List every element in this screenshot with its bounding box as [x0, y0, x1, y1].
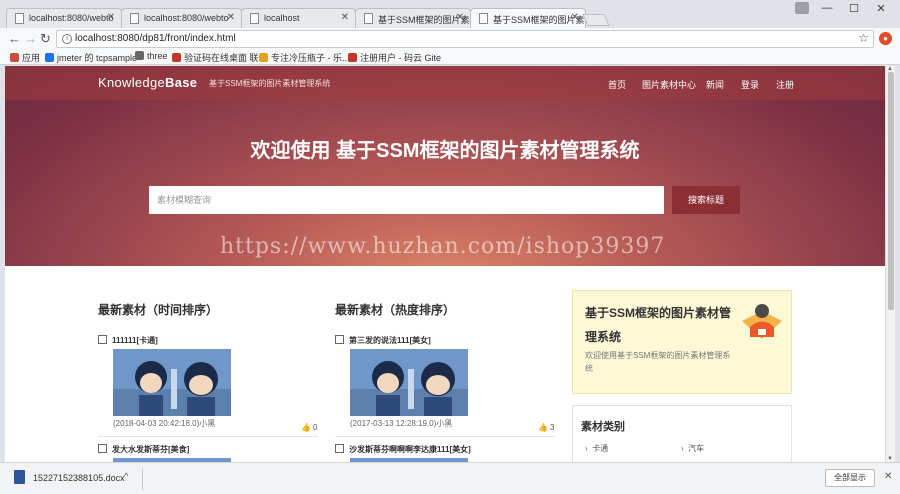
bookmark-icon: [172, 53, 181, 62]
bookmark-item[interactable]: three: [135, 51, 168, 61]
back-arrow-icon[interactable]: ←: [8, 31, 21, 46]
column-title-popular: 最新素材（热度排序）: [335, 303, 456, 317]
edit-icon: [98, 444, 107, 453]
close-icon[interactable]: ✕: [571, 12, 579, 23]
page-icon: [130, 13, 139, 24]
nav-home[interactable]: 首页: [608, 78, 626, 91]
material-item-title[interactable]: 111111[卡通]: [98, 335, 158, 346]
bookmark-item[interactable]: 注册用户 - 码云 Gite: [348, 51, 441, 64]
info-icon[interactable]: i: [62, 34, 72, 44]
bookmarks-bar: 应用 jmeter 的 tcpsample three 验证码在线桌面 联...…: [0, 50, 900, 65]
tab-title: localhost:8080/webto: [144, 13, 229, 23]
download-filename[interactable]: 15227152388105.docx: [33, 473, 125, 483]
browser-tab[interactable]: localhost ✕: [241, 8, 356, 28]
maximize-icon[interactable]: ☐: [841, 2, 867, 15]
intro-card-desc: 欢迎使用基于SSM框架的图片素材管理系统: [585, 351, 731, 373]
chevron-up-icon[interactable]: ^: [124, 471, 128, 481]
close-icon[interactable]: ✕: [456, 12, 464, 23]
edit-icon: [98, 335, 107, 344]
divider: [142, 468, 143, 490]
nav-news[interactable]: 新闻: [706, 78, 724, 91]
browser-tab[interactable]: localhost:8080/webto ✕: [6, 8, 122, 28]
page-scrollbar[interactable]: ▲ ▼: [885, 66, 895, 462]
page-icon: [15, 13, 24, 24]
browser-tab-active[interactable]: 基于SSM框架的图片素材 ✕: [470, 8, 586, 28]
user-avatar-icon: [739, 299, 785, 341]
star-icon[interactable]: ☆: [858, 31, 869, 45]
column-title-latest: 最新素材（时间排序）: [98, 303, 219, 317]
material-item-title[interactable]: 发大水发斯蒂芬[美食]: [98, 444, 189, 455]
search-button[interactable]: 搜索标题: [672, 186, 740, 214]
page-viewport: KnowledgeBase 基于SSM框架的图片素材管理系统 首页 图片素材中心…: [5, 66, 885, 462]
site-brand[interactable]: KnowledgeBase: [98, 75, 197, 90]
material-item-title[interactable]: 沙发斯蒂芬啊啊啊李达康111[美女]: [335, 444, 471, 455]
material-meta: (2018-04-03 20:42:18.0)小黑: [113, 419, 216, 428]
bookmark-apps[interactable]: 应用: [10, 51, 40, 64]
page-icon: [479, 13, 488, 24]
tab-strip: localhost:8080/webto ✕ localhost:8080/we…: [0, 0, 900, 28]
close-icon[interactable]: ✕: [884, 471, 892, 482]
material-meta: (2017-03-13 12:28:19.0)小黑: [350, 419, 453, 428]
category-title: 素材类别: [581, 421, 625, 433]
divider: [98, 436, 318, 437]
bookmark-item[interactable]: 验证码在线桌面 联...: [172, 51, 266, 64]
download-shelf: 15227152388105.docx ^ 全部显示 ✕: [0, 462, 900, 494]
new-tab-button[interactable]: [582, 14, 610, 26]
edit-icon: [335, 444, 344, 453]
close-window-icon[interactable]: ✕: [868, 2, 894, 15]
thumbs-up-icon: 👍: [301, 423, 311, 432]
site-subtitle: 基于SSM框架的图片素材管理系统: [209, 79, 331, 88]
nav-register[interactable]: 注册: [776, 78, 794, 91]
close-icon[interactable]: ✕: [107, 12, 115, 23]
bookmark-item[interactable]: 专注冷压瓶子 - 乐...: [259, 51, 350, 64]
watermark-text: https://www.huzhan.com/ishop39397: [220, 234, 666, 259]
tab-title: localhost:8080/webto: [29, 13, 114, 23]
material-thumbnail[interactable]: [350, 349, 468, 416]
hero-title: 欢迎使用 基于SSM框架的图片素材管理系统: [250, 140, 640, 162]
search-input[interactable]: [149, 186, 664, 214]
address-toolbar: ← → ↻ i localhost:8080/dp81/front/index.…: [0, 28, 900, 50]
intro-card: 基于SSM框架的图片素材管理系统 欢迎使用基于SSM框架的图片素材管理系统: [572, 290, 792, 394]
forward-arrow-icon[interactable]: →: [24, 31, 37, 46]
divider: [335, 436, 555, 437]
extension-icon[interactable]: ●: [879, 32, 892, 45]
bookmark-icon: [45, 53, 54, 62]
hero-banner: KnowledgeBase 基于SSM框架的图片素材管理系统 首页 图片素材中心…: [5, 66, 885, 266]
tab-title: localhost: [264, 13, 300, 23]
profile-icon[interactable]: [795, 2, 809, 14]
bookmark-icon: [135, 51, 144, 60]
page-icon: [364, 13, 373, 24]
bookmark-item[interactable]: jmeter 的 tcpsample: [45, 51, 137, 64]
category-item[interactable]: › 卡通: [585, 443, 608, 454]
nav-material-center[interactable]: 图片素材中心: [642, 78, 696, 91]
bookmark-icon: [348, 53, 357, 62]
category-item[interactable]: › 汽车: [681, 443, 704, 454]
word-document-icon: [14, 470, 25, 484]
close-icon[interactable]: ✕: [341, 12, 349, 23]
thumbs-up-icon: 👍: [538, 423, 548, 432]
url-text: localhost:8080/dp81/front/index.html: [75, 33, 236, 44]
bookmark-icon: [259, 53, 268, 62]
material-thumbnail[interactable]: [113, 349, 231, 416]
reload-icon[interactable]: ↻: [40, 31, 51, 47]
like-count[interactable]: 👍 0: [301, 423, 317, 432]
material-item-title[interactable]: 第三发的说法111[美女]: [335, 335, 431, 346]
like-count[interactable]: 👍 3: [538, 423, 554, 432]
intro-card-title: 基于SSM框架的图片素材管理系统: [585, 306, 732, 344]
category-card: 素材类别 › 卡通 › 汽车: [572, 405, 792, 462]
close-icon[interactable]: ✕: [227, 12, 235, 23]
minimize-icon[interactable]: —: [814, 2, 840, 14]
edit-icon: [335, 335, 344, 344]
page-icon: [250, 13, 259, 24]
address-bar[interactable]: i localhost:8080/dp81/front/index.html ☆: [56, 30, 874, 48]
show-all-button[interactable]: 全部显示: [825, 469, 875, 487]
site-navbar: KnowledgeBase 基于SSM框架的图片素材管理系统 首页 图片素材中心…: [5, 66, 885, 100]
browser-tab[interactable]: localhost:8080/webto ✕: [121, 8, 242, 28]
apps-icon: [10, 53, 19, 62]
nav-login[interactable]: 登录: [741, 78, 759, 91]
browser-tab[interactable]: 基于SSM框架的图片素材 ✕: [355, 8, 471, 28]
scrollbar-thumb[interactable]: [888, 72, 894, 310]
